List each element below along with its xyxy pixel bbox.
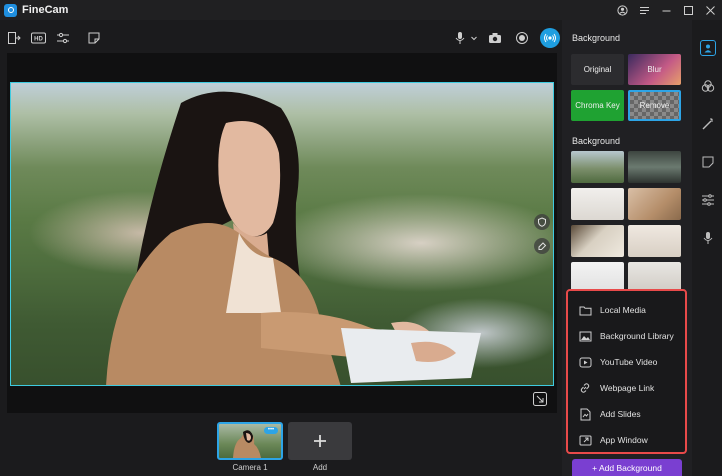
effects-icon[interactable] <box>700 78 715 93</box>
portrait-icon[interactable] <box>700 40 716 56</box>
settings-sliders-icon[interactable] <box>700 192 715 207</box>
mode-original[interactable]: Original <box>571 54 624 85</box>
menu-item-webpage-link[interactable]: Webpage Link <box>568 375 685 401</box>
background-heading: Background <box>572 33 621 43</box>
camera-snapshot-icon[interactable] <box>487 30 503 46</box>
microphone-icon[interactable] <box>700 230 715 245</box>
sign-out-icon[interactable] <box>6 30 22 46</box>
finecam-logo-icon <box>4 3 17 17</box>
magic-wand-icon[interactable] <box>700 116 715 131</box>
menu-item-label: Background Library <box>600 331 674 341</box>
menu-item-label: Webpage Link <box>600 383 655 393</box>
background-thumbnail[interactable] <box>571 151 624 183</box>
add-background-menu: Local Media Background Library YouTube V… <box>566 289 687 454</box>
adjustments-icon[interactable] <box>55 30 71 46</box>
add-background-button[interactable]: + Add Background <box>572 459 682 476</box>
background-thumbnail[interactable] <box>628 151 681 183</box>
menu-item-label: App Window <box>600 435 648 445</box>
add-label: Add <box>312 463 328 472</box>
expand-icon[interactable] <box>531 390 549 408</box>
menu-item-label: Add Slides <box>600 409 641 419</box>
live-broadcast-icon[interactable] <box>540 28 560 48</box>
minimize-icon[interactable] <box>661 5 672 16</box>
account-icon[interactable] <box>617 4 628 16</box>
person-cutout <box>106 91 481 385</box>
mode-blur[interactable]: Blur <box>628 54 681 85</box>
menu-item-youtube-video[interactable]: YouTube Video <box>568 349 685 375</box>
background-thumbnail[interactable] <box>628 225 681 257</box>
menu-item-local-media[interactable]: Local Media <box>568 297 685 323</box>
chevron-down-icon[interactable] <box>466 30 482 46</box>
app-title: FineCam <box>22 4 69 16</box>
sticker-icon[interactable] <box>700 154 715 169</box>
play-icon <box>578 355 592 369</box>
background-thumbnail[interactable] <box>628 188 681 220</box>
menu-item-add-slides[interactable]: Add Slides <box>568 401 685 427</box>
toolbar: HD <box>0 24 565 52</box>
menu-item-label: Local Media <box>600 305 646 315</box>
menu-icon[interactable] <box>639 5 650 16</box>
eraser-icon[interactable] <box>534 238 550 254</box>
library-heading: Background <box>572 136 621 146</box>
add-camera-button[interactable] <box>288 422 352 460</box>
menu-item-app-window[interactable]: App Window <box>568 427 685 453</box>
camera-thumbnails: ••• Camera 1 Add <box>0 416 565 476</box>
mode-chroma-key[interactable]: Chroma Key <box>571 90 624 121</box>
more-options-icon[interactable]: ••• <box>264 427 278 434</box>
camera-1-thumbnail[interactable]: ••• <box>217 422 283 460</box>
title-bar: FineCam <box>0 0 722 20</box>
folder-icon <box>578 303 592 317</box>
window-icon <box>578 433 592 447</box>
camera-1-label: Camera 1 <box>232 463 268 472</box>
background-thumbnail[interactable] <box>571 225 624 257</box>
record-icon[interactable] <box>514 30 530 46</box>
link-icon <box>578 381 592 395</box>
menu-item-label: YouTube Video <box>600 357 658 367</box>
mode-remove[interactable]: Remove <box>628 90 681 121</box>
slides-icon <box>578 407 592 421</box>
annotate-icon[interactable] <box>86 30 102 46</box>
maximize-icon[interactable] <box>683 5 694 16</box>
background-thumbnail[interactable] <box>571 188 624 220</box>
window-controls <box>617 0 716 20</box>
close-icon[interactable] <box>705 5 716 16</box>
svg-text:HD: HD <box>34 37 43 43</box>
image-icon <box>578 329 592 343</box>
side-rail <box>692 20 722 476</box>
menu-item-background-library[interactable]: Background Library <box>568 323 685 349</box>
camera-video[interactable] <box>10 82 554 386</box>
hd-icon[interactable]: HD <box>30 30 46 46</box>
shield-icon[interactable] <box>534 214 550 230</box>
